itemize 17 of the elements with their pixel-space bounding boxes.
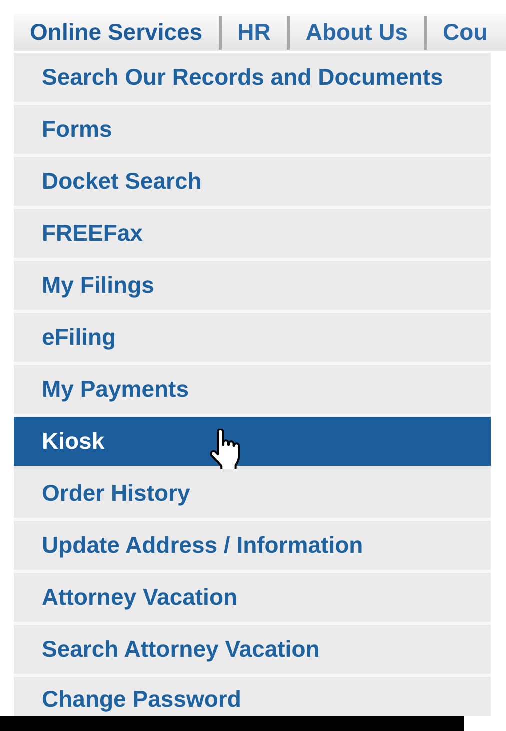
nav-tab[interactable]: Cou	[427, 15, 504, 50]
menu-item[interactable]: Kiosk	[14, 417, 491, 469]
nav-tab[interactable]: About Us	[290, 15, 424, 50]
menu-item[interactable]: Order History	[14, 469, 491, 521]
menu-item[interactable]: FREEFax	[14, 209, 491, 261]
menu-item[interactable]: Change Password	[14, 677, 491, 716]
menu-item[interactable]: eFiling	[14, 313, 491, 365]
menu-item[interactable]: Search Our Records and Documents	[14, 53, 491, 105]
menu-item[interactable]: Search Attorney Vacation	[14, 625, 491, 677]
menu-item[interactable]: Update Address / Information	[14, 521, 491, 573]
menu-item[interactable]: Forms	[14, 105, 491, 157]
menu-item[interactable]: My Filings	[14, 261, 491, 313]
menu-item[interactable]: Attorney Vacation	[14, 573, 491, 625]
menu-item[interactable]: My Payments	[14, 365, 491, 417]
menu-item[interactable]: Docket Search	[14, 157, 491, 209]
nav-tab[interactable]: HR	[222, 15, 287, 50]
nav-tab[interactable]: Online Services	[14, 15, 219, 50]
